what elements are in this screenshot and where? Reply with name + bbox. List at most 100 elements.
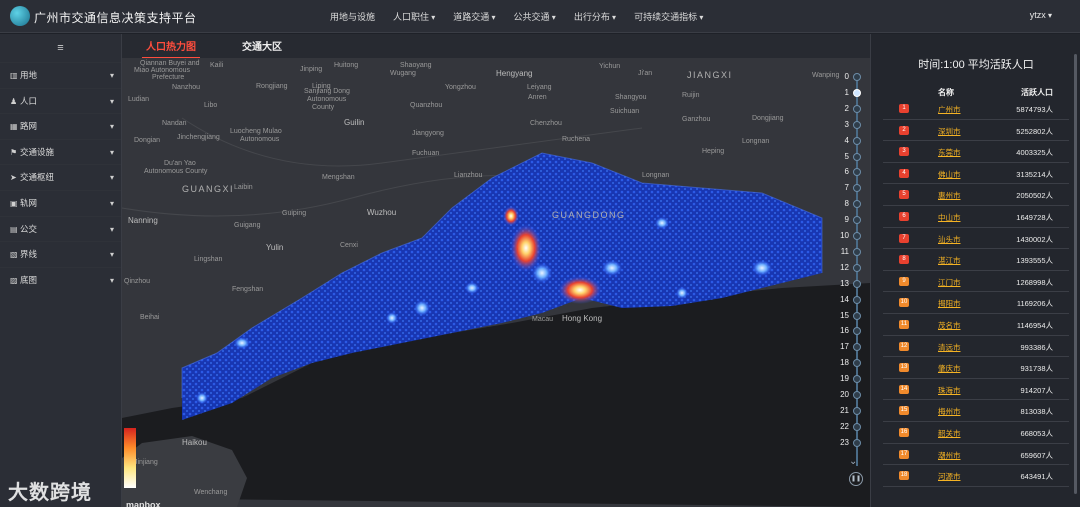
hour-dot[interactable] bbox=[853, 136, 861, 145]
city-link[interactable]: 惠州市 bbox=[938, 190, 961, 201]
chevron-down-icon: ▾ bbox=[109, 250, 114, 260]
ranking-scrollbar[interactable] bbox=[1074, 54, 1077, 494]
sidebar-item-4[interactable]: ➤ 交通枢纽 ▾ bbox=[0, 164, 121, 190]
tab-traffic-zones[interactable]: 交通大区 bbox=[242, 38, 282, 53]
hour-dot[interactable] bbox=[853, 406, 861, 415]
nav-sustainable-indicators[interactable]: 可持续交通指标 bbox=[634, 10, 703, 23]
user-menu[interactable]: ytzx bbox=[1030, 10, 1052, 20]
city-link[interactable]: 广州市 bbox=[938, 104, 961, 115]
city-link[interactable]: 深圳市 bbox=[938, 126, 961, 137]
nav-road-traffic[interactable]: 道路交通 bbox=[453, 10, 495, 23]
hour-label[interactable]: 17 bbox=[831, 342, 849, 351]
hour-label[interactable]: 5 bbox=[831, 152, 849, 161]
city-link[interactable]: 潮州市 bbox=[938, 450, 961, 461]
hour-dot[interactable] bbox=[853, 152, 861, 161]
city-link[interactable]: 江门市 bbox=[938, 277, 961, 288]
hour-dot[interactable] bbox=[853, 359, 861, 368]
city-link[interactable]: 茂名市 bbox=[938, 320, 961, 331]
population-value: 643491人 bbox=[1020, 472, 1053, 482]
hour-label[interactable]: 10 bbox=[831, 231, 849, 240]
chevron-down-icon[interactable]: ⌄ bbox=[849, 456, 857, 467]
hour-label[interactable]: 16 bbox=[831, 326, 849, 335]
hour-dot[interactable] bbox=[853, 295, 861, 304]
hour-label[interactable]: 20 bbox=[831, 390, 849, 399]
hour-label[interactable]: 11 bbox=[831, 247, 849, 256]
hour-dot[interactable] bbox=[853, 73, 861, 81]
map-place-label: Heping bbox=[702, 148, 725, 155]
rank-badge: 5 bbox=[899, 190, 909, 200]
hour-dot[interactable] bbox=[853, 391, 861, 399]
city-link[interactable]: 揭阳市 bbox=[938, 298, 961, 309]
city-link[interactable]: 韶关市 bbox=[938, 428, 961, 439]
hour-label[interactable]: 6 bbox=[831, 167, 849, 176]
hour-dot[interactable] bbox=[853, 88, 861, 97]
hour-label[interactable]: 2 bbox=[831, 104, 849, 113]
hour-dot[interactable] bbox=[853, 200, 861, 209]
sidebar-item-1[interactable]: ♟ 人口 ▾ bbox=[0, 88, 121, 114]
sidebar-item-5[interactable]: ▣ 轨网 ▾ bbox=[0, 190, 121, 216]
nav-population-housing[interactable]: 人口职住 bbox=[393, 10, 435, 23]
map-place-label: Rongjiang bbox=[256, 83, 288, 90]
hour-label[interactable]: 12 bbox=[831, 263, 849, 272]
city-link[interactable]: 梅州市 bbox=[938, 406, 961, 417]
hour-dot[interactable] bbox=[853, 232, 861, 240]
hour-label[interactable]: 19 bbox=[831, 374, 849, 383]
hour-label[interactable]: 1 bbox=[831, 88, 849, 97]
hour-label[interactable]: 3 bbox=[831, 120, 849, 129]
hour-dot[interactable] bbox=[853, 104, 861, 113]
city-link[interactable]: 珠海市 bbox=[938, 385, 961, 396]
hour-label[interactable]: 23 bbox=[831, 438, 849, 447]
sidebar-item-label: 路网 bbox=[20, 121, 38, 132]
sidebar-item-0[interactable]: ▥ 用地 ▾ bbox=[0, 62, 121, 88]
pause-icon[interactable]: ❚❚ bbox=[849, 472, 863, 486]
hour-dot[interactable] bbox=[853, 343, 861, 352]
sidebar-item-7[interactable]: ▧ 界线 ▾ bbox=[0, 241, 121, 267]
sidebar-item-3[interactable]: ⚑ 交通设施 ▾ bbox=[0, 139, 121, 165]
nav-land-facilities[interactable]: 用地与设施 bbox=[330, 10, 375, 23]
map-place-label: Hong Kong bbox=[562, 314, 603, 323]
hour-dot[interactable] bbox=[853, 311, 861, 320]
hour-dot[interactable] bbox=[853, 422, 861, 431]
hour-dot[interactable] bbox=[853, 327, 861, 336]
hour-dot[interactable] bbox=[853, 216, 861, 225]
nav-public-transport[interactable]: 公共交通 bbox=[514, 10, 556, 23]
hour-dot[interactable] bbox=[853, 438, 861, 447]
city-link[interactable]: 佛山市 bbox=[938, 169, 961, 180]
city-link[interactable]: 清远市 bbox=[938, 342, 961, 353]
nav-trip-distribution[interactable]: 出行分布 bbox=[574, 10, 616, 23]
tab-population-heatmap[interactable]: 人口热力图 bbox=[142, 38, 200, 59]
hour-label[interactable]: 8 bbox=[831, 199, 849, 208]
rank-badge: 17 bbox=[899, 449, 909, 459]
hour-label[interactable]: 13 bbox=[831, 279, 849, 288]
sidebar-item-2[interactable]: ▦ 路网 ▾ bbox=[0, 113, 121, 139]
hour-dot[interactable] bbox=[853, 375, 861, 384]
hour-dot[interactable] bbox=[853, 184, 861, 193]
hour-label[interactable]: 15 bbox=[831, 311, 849, 320]
city-link[interactable]: 中山市 bbox=[938, 212, 961, 223]
hour-label[interactable]: 4 bbox=[831, 136, 849, 145]
hour-timeline[interactable]: 0 1 2 3 4 5 6 7 8 9 10 11 12 13 14 15 16 17 18 19 20 21 22 23 ⌄… bbox=[827, 70, 867, 490]
hour-dot[interactable] bbox=[853, 279, 861, 288]
city-link[interactable]: 东莞市 bbox=[938, 147, 961, 158]
hour-dot[interactable] bbox=[853, 247, 861, 256]
hour-label[interactable]: 14 bbox=[831, 295, 849, 304]
hour-label[interactable]: 7 bbox=[831, 183, 849, 192]
hour-label[interactable]: 0 bbox=[831, 72, 849, 81]
hour-label[interactable]: 21 bbox=[831, 406, 849, 415]
city-link[interactable]: 汕头市 bbox=[938, 234, 961, 245]
hour-dot[interactable] bbox=[853, 168, 861, 177]
hour-label[interactable]: 18 bbox=[831, 358, 849, 367]
city-link[interactable]: 湛江市 bbox=[938, 255, 961, 266]
hour-dot[interactable] bbox=[853, 120, 861, 129]
city-link[interactable]: 肇庆市 bbox=[938, 363, 961, 374]
rank-badge: 8 bbox=[899, 255, 909, 265]
hour-dot[interactable] bbox=[853, 263, 861, 272]
map-view[interactable]: Qiannan Buyei and Miao Autonomous Prefectu… bbox=[122, 58, 870, 507]
ranking-row: 10 揭阳市 1169206人 bbox=[883, 292, 1069, 314]
hour-label[interactable]: 22 bbox=[831, 422, 849, 431]
city-link[interactable]: 河源市 bbox=[938, 471, 961, 482]
hour-label[interactable]: 9 bbox=[831, 215, 849, 224]
sidebar-item-6[interactable]: ▤ 公交 ▾ bbox=[0, 216, 121, 242]
sidebar-item-8[interactable]: ▨ 底图 ▾ bbox=[0, 267, 121, 293]
menu-icon[interactable]: ≡ bbox=[0, 34, 121, 62]
